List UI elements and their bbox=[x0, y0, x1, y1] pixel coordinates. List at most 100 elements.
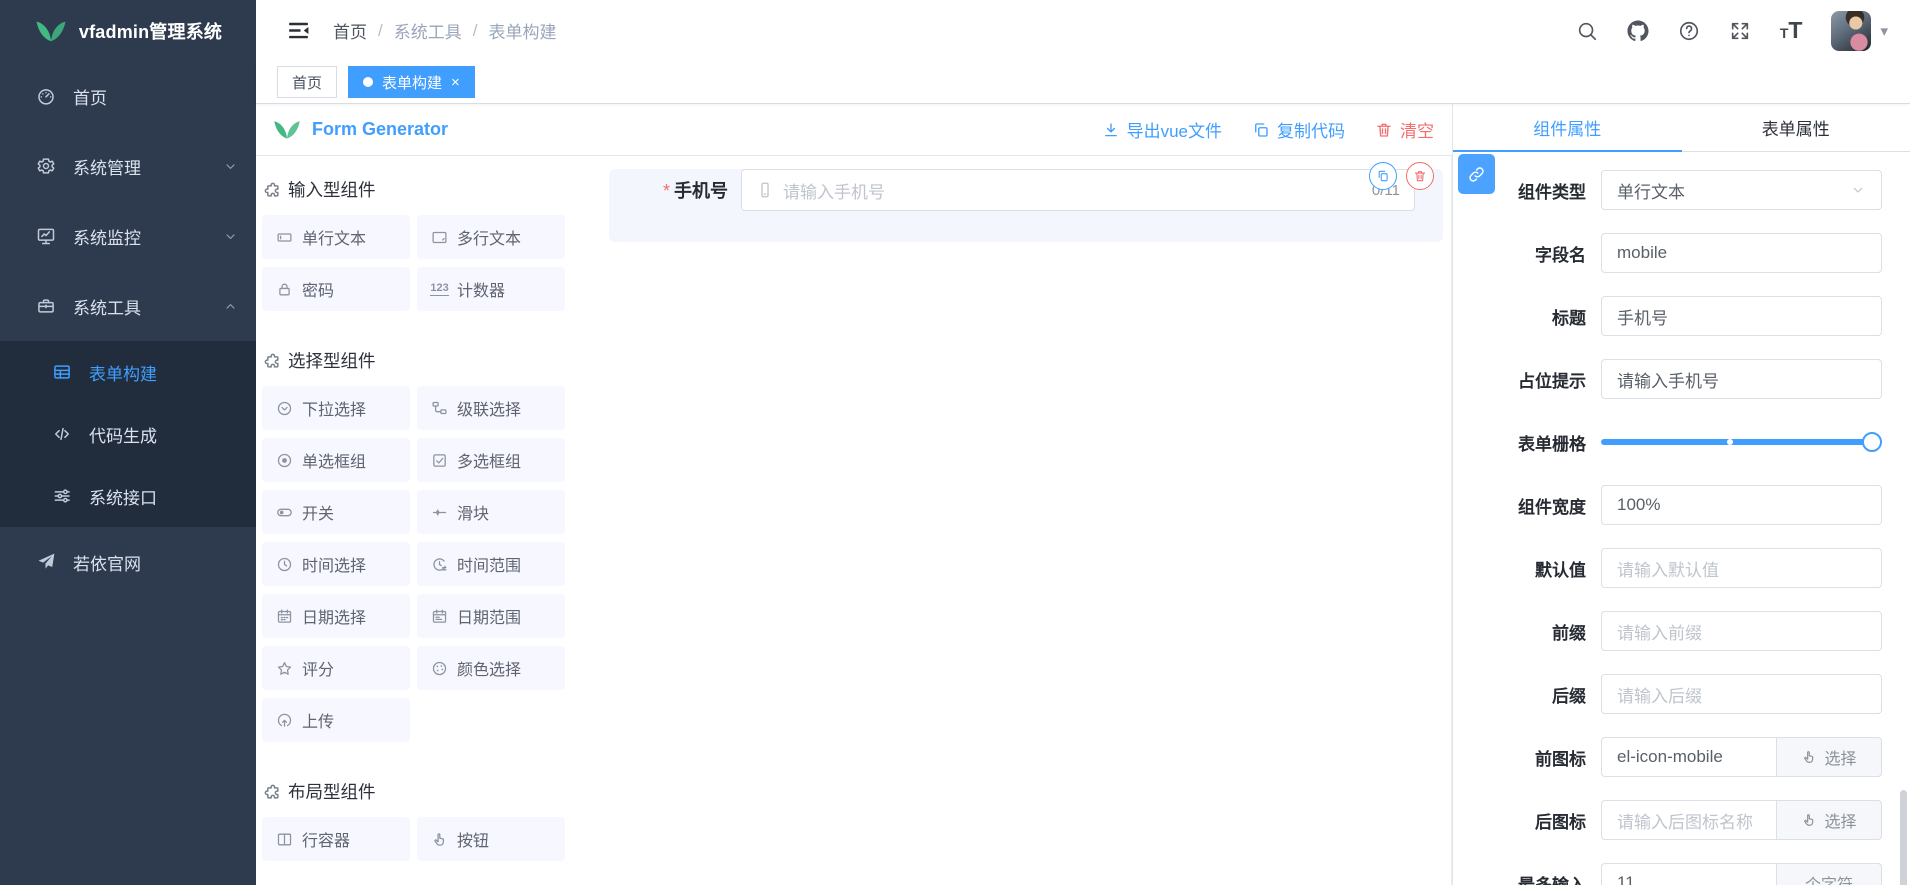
trash-icon bbox=[1375, 121, 1393, 139]
sidebar-item-label: 表单构建 bbox=[89, 360, 157, 385]
input-前缀[interactable]: 请输入前缀 bbox=[1601, 611, 1882, 651]
user-avatar[interactable] bbox=[1831, 11, 1871, 51]
tab-表单构建[interactable]: 表单构建× bbox=[348, 66, 475, 98]
清空-button[interactable]: 清空 bbox=[1375, 117, 1434, 142]
tab-组件属性[interactable]: 组件属性 bbox=[1453, 104, 1682, 151]
复制代码-button[interactable]: 复制代码 bbox=[1252, 117, 1345, 142]
component-多行文本[interactable]: 多行文本 bbox=[417, 215, 565, 259]
选择-button[interactable]: 选择 bbox=[1776, 737, 1882, 777]
delete-item-button[interactable] bbox=[1406, 162, 1434, 190]
sidebar-collapse-icon[interactable] bbox=[286, 18, 311, 43]
component-单行文本[interactable]: 单行文本 bbox=[262, 215, 410, 259]
app-logo[interactable]: vfadmin管理系统 bbox=[0, 0, 256, 61]
cascader-icon bbox=[431, 400, 448, 417]
slider-track[interactable] bbox=[1601, 439, 1872, 445]
component-日期范围[interactable]: 日期范围 bbox=[417, 594, 565, 638]
sidebar-item-系统工具[interactable]: 系统工具 bbox=[0, 271, 256, 341]
tab-表单属性[interactable]: 表单属性 bbox=[1682, 104, 1910, 151]
select-组件类型[interactable]: 单行文本 bbox=[1601, 170, 1882, 210]
checkbox-icon bbox=[431, 452, 448, 469]
input-group-前图标: el-icon-mobile选择 bbox=[1601, 737, 1882, 777]
input-value: 100% bbox=[1617, 495, 1660, 515]
property-label: 默认值 bbox=[1453, 556, 1601, 581]
property-label: 组件宽度 bbox=[1453, 493, 1601, 518]
component-滑块[interactable]: 滑块 bbox=[417, 490, 565, 534]
select-icon bbox=[276, 400, 293, 417]
component-开关[interactable]: 开关 bbox=[262, 490, 410, 534]
fontsize-icon[interactable]: TT bbox=[1780, 19, 1803, 42]
component-密码[interactable]: 密码 bbox=[262, 267, 410, 311]
canvas-form-item[interactable]: *手机号 请输入手机号 0/11 bbox=[609, 169, 1443, 242]
input-标题[interactable]: 手机号 bbox=[1601, 296, 1882, 336]
component-评分[interactable]: 评分 bbox=[262, 646, 410, 690]
sidebar-item-系统接口[interactable]: 系统接口 bbox=[0, 465, 256, 527]
append-button-label: 个字符 bbox=[1805, 871, 1853, 885]
component-下拉选择[interactable]: 下拉选择 bbox=[262, 386, 410, 430]
textarea-icon bbox=[431, 229, 448, 246]
component-label: 多选框组 bbox=[457, 448, 521, 472]
copy-icon bbox=[1376, 169, 1390, 183]
duplicate-item-button[interactable] bbox=[1369, 162, 1397, 190]
input-占位提示[interactable]: 请输入手机号 bbox=[1601, 359, 1882, 399]
slider-icon bbox=[431, 504, 448, 521]
breadcrumb-item-首页[interactable]: 首页 bbox=[333, 18, 367, 43]
input-字段名[interactable]: mobile bbox=[1601, 233, 1882, 273]
close-tab-icon[interactable]: × bbox=[451, 75, 460, 90]
component-上传[interactable]: 上传 bbox=[262, 698, 410, 742]
component-按钮[interactable]: 按钮 bbox=[417, 817, 565, 861]
component-颜色选择[interactable]: 颜色选择 bbox=[417, 646, 565, 690]
action-label: 导出vue文件 bbox=[1127, 117, 1222, 142]
slider-handle[interactable] bbox=[1862, 432, 1882, 452]
design-canvas[interactable]: *手机号 请输入手机号 0/11 bbox=[597, 156, 1452, 885]
input-组件宽度[interactable]: 100% bbox=[1601, 485, 1882, 525]
个字符-button[interactable]: 个字符 bbox=[1776, 863, 1882, 885]
input-默认值[interactable]: 请输入默认值 bbox=[1601, 548, 1882, 588]
mobile-icon bbox=[756, 181, 774, 199]
property-row-标题: 标题手机号 bbox=[1453, 296, 1882, 336]
group-title-text: 输入型组件 bbox=[288, 177, 376, 202]
tab-label: 首页 bbox=[292, 72, 322, 93]
panel-scrollbar-thumb[interactable] bbox=[1900, 790, 1907, 885]
input-最多输入[interactable]: 11 bbox=[1601, 863, 1776, 885]
component-时间选择[interactable]: 时间选择 bbox=[262, 542, 410, 586]
properties-panel: 组件属性表单属性 组件类型单行文本字段名mobile标题手机号占位提示请输入手机… bbox=[1452, 104, 1910, 885]
mobile-input[interactable]: 请输入手机号 0/11 bbox=[741, 169, 1415, 211]
user-menu[interactable]: ▾ bbox=[1831, 11, 1888, 51]
time-icon bbox=[276, 556, 293, 573]
tab-首页[interactable]: 首页 bbox=[277, 66, 337, 98]
sidebar-item-代码生成[interactable]: 代码生成 bbox=[0, 403, 256, 465]
选择-button[interactable]: 选择 bbox=[1776, 800, 1882, 840]
sidebar-item-系统管理[interactable]: 系统管理 bbox=[0, 131, 256, 201]
property-control: 手机号 bbox=[1601, 296, 1882, 336]
code-icon bbox=[52, 424, 72, 444]
component-行容器[interactable]: 行容器 bbox=[262, 817, 410, 861]
question-icon[interactable] bbox=[1678, 20, 1700, 42]
component-时间范围[interactable]: 时间范围 bbox=[417, 542, 565, 586]
property-row-默认值: 默认值请输入默认值 bbox=[1453, 548, 1882, 588]
component-级联选择[interactable]: 级联选择 bbox=[417, 386, 565, 430]
input-后图标[interactable]: 请输入后图标名称 bbox=[1601, 800, 1776, 840]
component-单选框组[interactable]: 单选框组 bbox=[262, 438, 410, 482]
component-计数器[interactable]: 123计数器 bbox=[417, 267, 565, 311]
sidebar-item-表单构建[interactable]: 表单构建 bbox=[0, 341, 256, 403]
sidebar-item-若依官网[interactable]: 若依官网 bbox=[0, 527, 256, 597]
component-label: 开关 bbox=[302, 500, 334, 524]
component-多选框组[interactable]: 多选框组 bbox=[417, 438, 565, 482]
leaf-logo-icon bbox=[272, 119, 302, 140]
property-label: 前缀 bbox=[1453, 619, 1601, 644]
drag-handle-badge[interactable] bbox=[1458, 154, 1495, 194]
input-value: 11 bbox=[1617, 873, 1635, 885]
github-icon[interactable] bbox=[1627, 20, 1649, 42]
input-后缀[interactable]: 请输入后缀 bbox=[1601, 674, 1882, 714]
input-前图标[interactable]: el-icon-mobile bbox=[1601, 737, 1776, 777]
导出vue文件-button[interactable]: 导出vue文件 bbox=[1102, 117, 1222, 142]
pointer-icon bbox=[431, 831, 448, 848]
component-日期选择[interactable]: 日期选择 bbox=[262, 594, 410, 638]
sidebar-item-系统监控[interactable]: 系统监控 bbox=[0, 201, 256, 271]
fullscreen-icon[interactable] bbox=[1729, 20, 1751, 42]
search-icon[interactable] bbox=[1576, 20, 1598, 42]
breadcrumb-separator: / bbox=[473, 21, 478, 41]
sidebar-item-首页[interactable]: 首页 bbox=[0, 61, 256, 131]
input-placeholder: 请输入默认值 bbox=[1617, 556, 1719, 581]
slider-step-mark bbox=[1727, 439, 1733, 445]
